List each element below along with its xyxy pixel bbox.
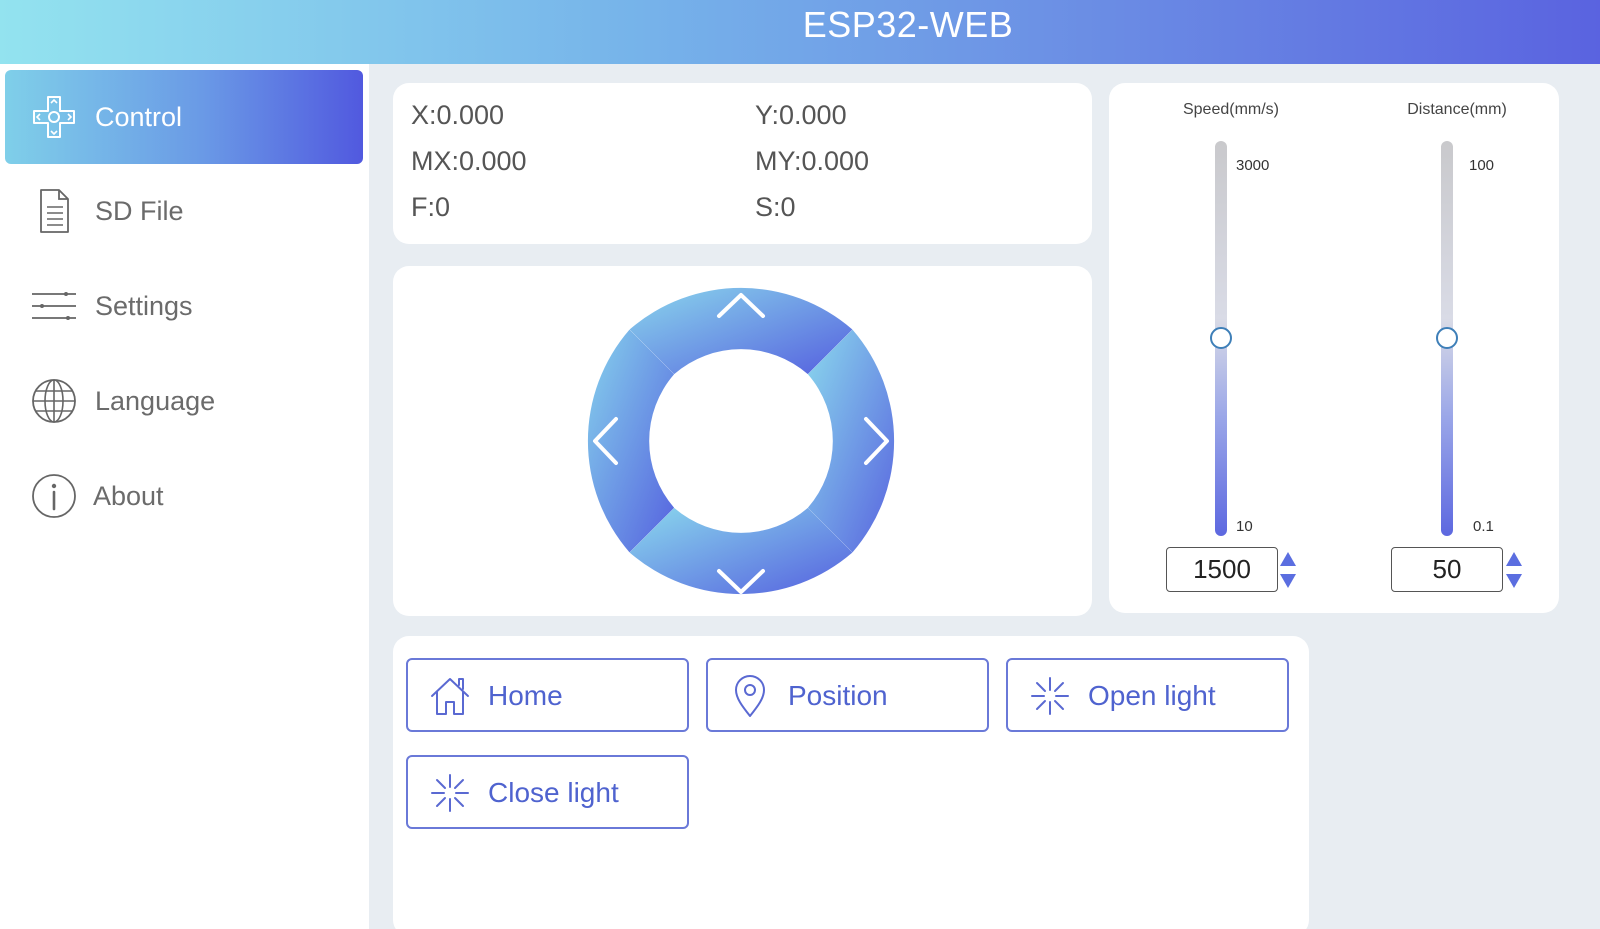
sparkle-icon <box>431 774 469 812</box>
machine-x-position: MX:0.000 <box>411 146 527 176</box>
home-icon <box>431 678 469 715</box>
sidebar-item-settings[interactable]: Settings <box>5 259 363 353</box>
distance-input[interactable] <box>1391 547 1503 592</box>
speed-title: Speed(mm/s) <box>1182 101 1280 118</box>
decrement-icon <box>1280 574 1296 588</box>
dpad-icon <box>33 96 75 138</box>
file-icon <box>40 189 69 233</box>
sidebar-item-label: SD File <box>95 196 184 226</box>
sidebar-item-language[interactable]: Language <box>5 354 363 448</box>
x-position: X:0.000 <box>411 100 505 130</box>
close-light-button-label: Close light <box>488 777 619 808</box>
jog-left-button[interactable] <box>587 329 675 553</box>
globe-icon <box>32 379 76 423</box>
position-button[interactable]: Position <box>706 658 989 732</box>
decrement-icon <box>1506 574 1522 588</box>
speed-slider-thumb[interactable] <box>1210 327 1232 349</box>
speed-input[interactable] <box>1166 547 1278 592</box>
jog-panel <box>393 266 1092 616</box>
spindle-speed: S:0 <box>755 192 796 222</box>
speed-min-label: 10 <box>1236 518 1253 535</box>
sidebar-item-sd-file[interactable]: SD File <box>5 164 363 258</box>
close-light-button[interactable]: Close light <box>406 755 689 829</box>
distance-title: Distance(mm) <box>1407 101 1507 118</box>
sidebar: Control SD File Settings Language About <box>0 64 369 929</box>
home-button-label: Home <box>488 680 563 711</box>
distance-slider-thumb[interactable] <box>1436 327 1458 349</box>
open-light-button[interactable]: Open light <box>1006 658 1289 732</box>
sidebar-item-about[interactable]: About <box>5 449 363 543</box>
increment-icon <box>1506 552 1522 566</box>
sidebar-item-label: Settings <box>95 291 193 321</box>
speed-max-label: 3000 <box>1236 157 1270 174</box>
sparkle-icon <box>1031 677 1069 715</box>
sidebar-item-control[interactable]: Control <box>5 70 363 164</box>
distance-max-label: 100 <box>1469 157 1495 174</box>
app-header: ESP32-WEB <box>0 0 1600 64</box>
sidebar-item-label: Language <box>95 386 216 416</box>
speed-stepper[interactable] <box>1279 550 1297 590</box>
sidebar-item-label: About <box>93 481 164 511</box>
y-position: Y:0.000 <box>755 100 847 130</box>
speed-distance-panel: Speed(mm/s) 3000 10 Distance(mm) 100 0.1 <box>1109 83 1559 613</box>
sliders-icon <box>32 292 76 320</box>
increment-icon <box>1280 552 1296 566</box>
machine-y-position: MY:0.000 <box>755 146 870 176</box>
location-pin-icon <box>735 675 765 717</box>
jog-dpad <box>587 287 895 595</box>
coordinates-panel: X:0.000 Y:0.000 MX:0.000 MY:0.000 F:0 S:… <box>393 83 1092 244</box>
home-button[interactable]: Home <box>406 658 689 732</box>
jog-up-button[interactable] <box>629 287 853 375</box>
app-title: ESP32-WEB <box>802 4 1014 45</box>
jog-right-button[interactable] <box>807 329 895 553</box>
position-button-label: Position <box>788 680 888 711</box>
distance-stepper[interactable] <box>1505 550 1523 590</box>
sidebar-item-label: Control <box>95 102 183 132</box>
actions-panel: Home Position Open light Close light <box>393 636 1309 929</box>
jog-down-button[interactable] <box>629 507 853 595</box>
info-icon <box>32 474 76 518</box>
feed-rate: F:0 <box>411 192 451 222</box>
distance-min-label: 0.1 <box>1473 518 1494 535</box>
open-light-button-label: Open light <box>1088 680 1216 711</box>
